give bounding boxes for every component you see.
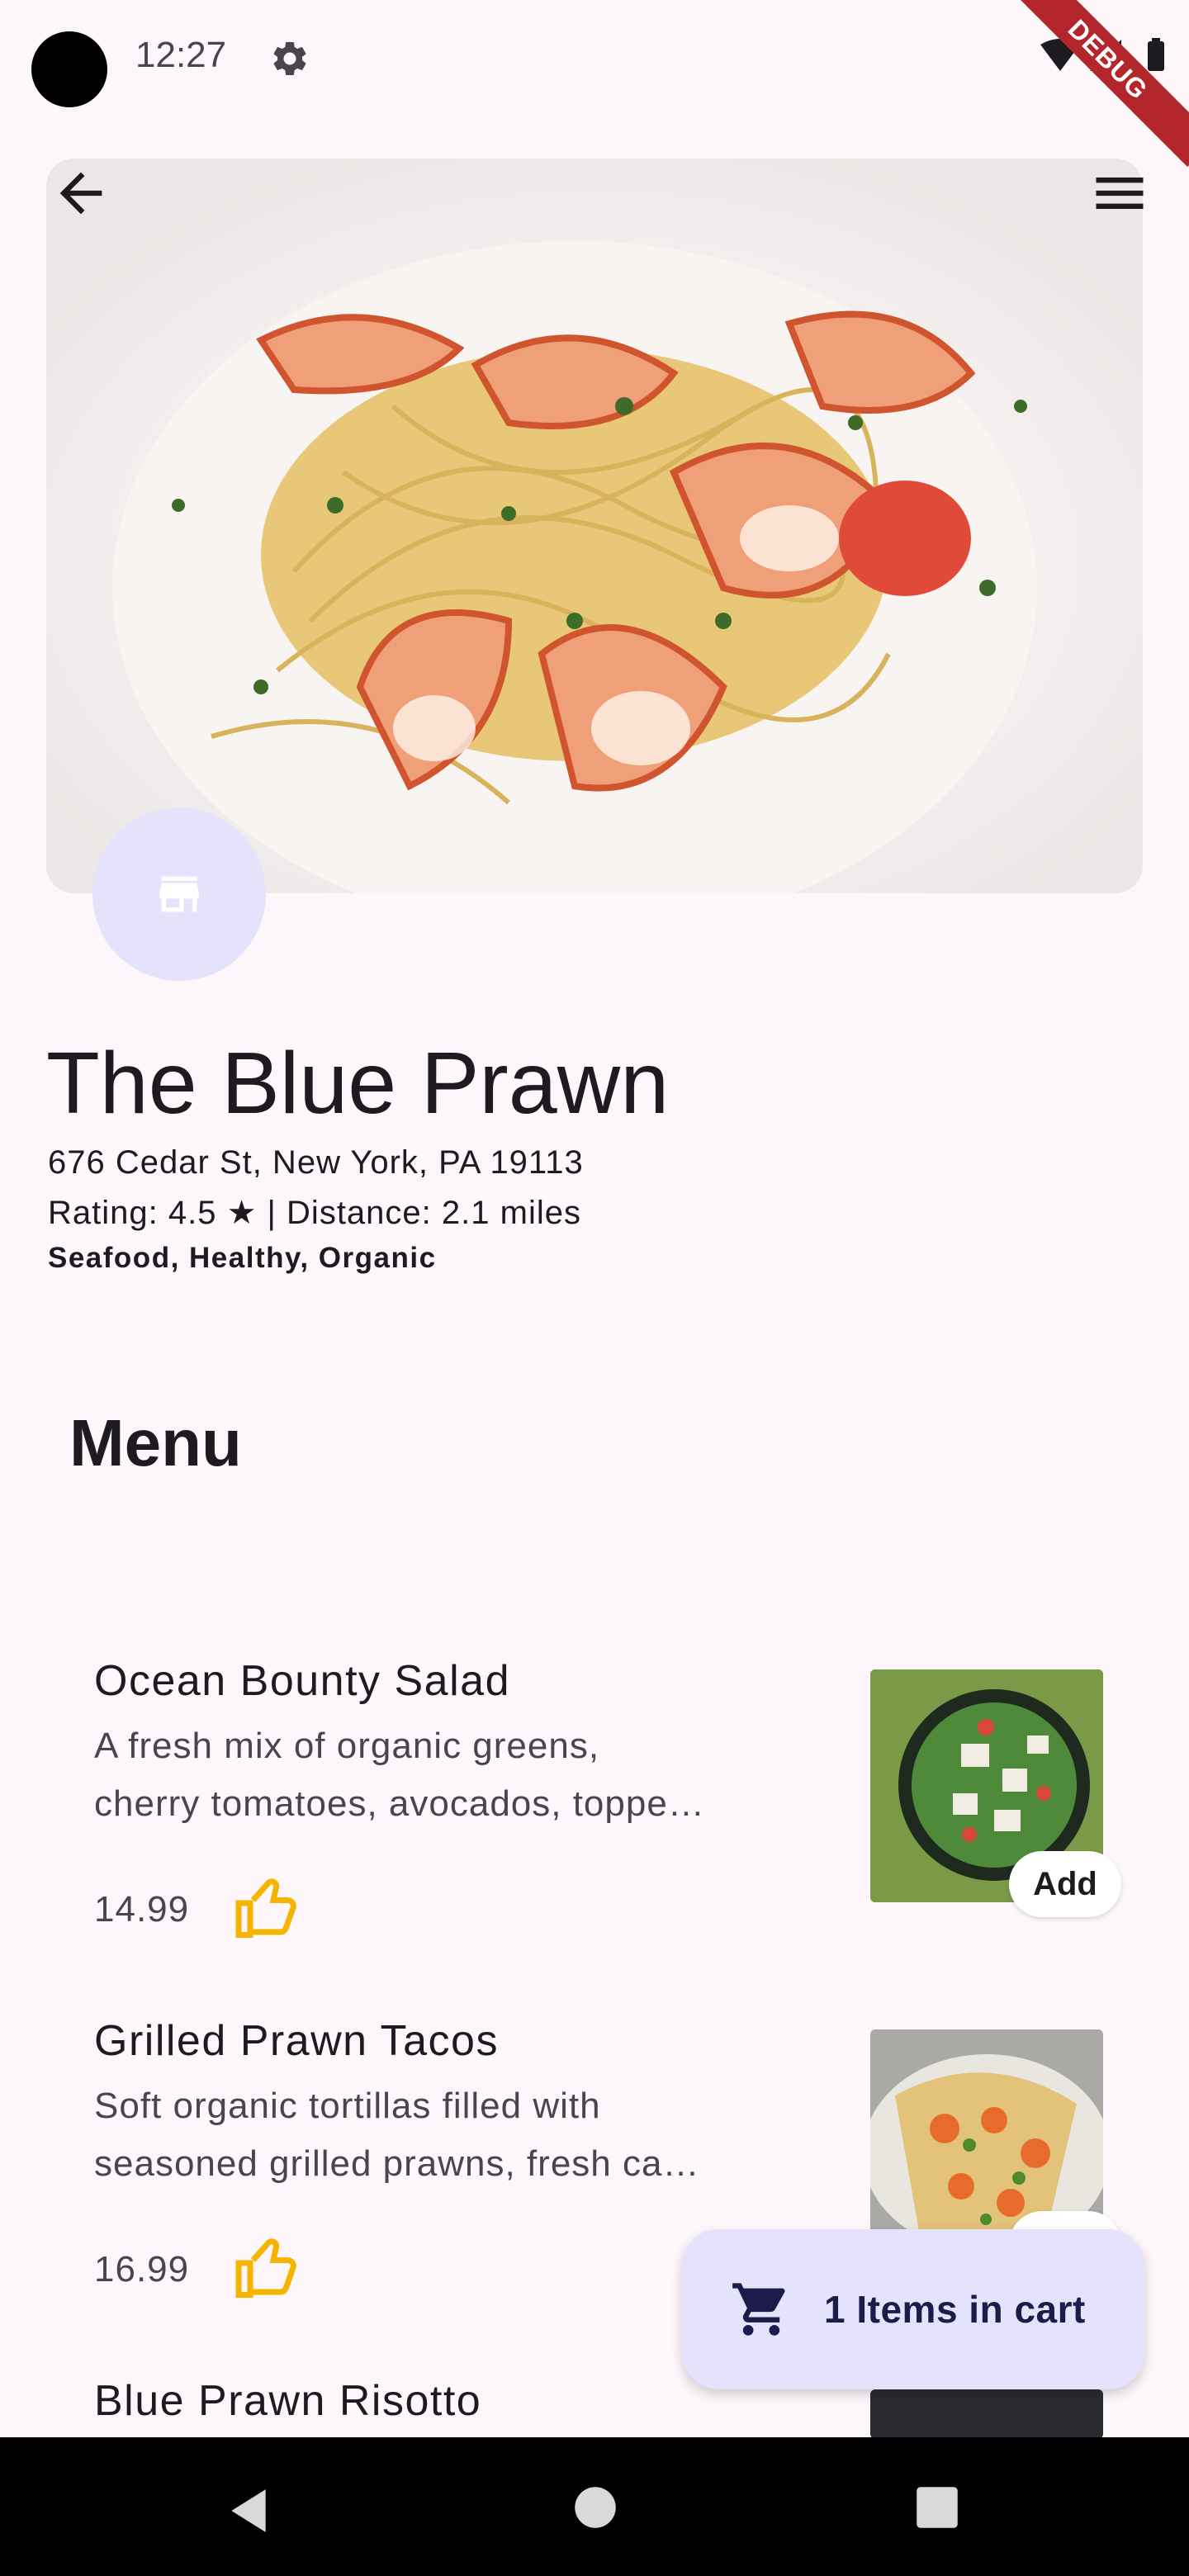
camera-cutout (31, 31, 107, 107)
view-cart-button[interactable]: 1 Items in cart (682, 2229, 1144, 2389)
hamburger-menu-icon[interactable] (1088, 162, 1151, 225)
nav-home-icon[interactable] (573, 2485, 618, 2530)
nav-recents-icon[interactable] (915, 2485, 959, 2530)
restaurant-avatar (92, 807, 266, 981)
menu-item-name: Grilled Prawn Tacos (94, 2017, 499, 2065)
debug-banner: DEBUG (1000, 0, 1189, 168)
menu-item-description: Soft organic tortillas filled with seaso… (94, 2077, 771, 2193)
add-to-cart-button[interactable]: Add (1009, 1851, 1121, 1917)
description-line: Soft organic tortillas filled with (94, 2086, 601, 2126)
prawn-pasta-illustration (46, 159, 1143, 893)
restaurant-hero-image (46, 159, 1143, 893)
menu-item-description: A fresh mix of organic greens, cherry to… (94, 1717, 771, 1833)
settings-icon (273, 41, 306, 75)
menu-item-ocean-bounty-salad[interactable]: Ocean Bounty Salad A fresh mix of organi… (0, 1635, 1189, 1982)
status-time: 12:27 (135, 35, 227, 75)
storefront-icon (159, 876, 199, 912)
description-line: cherry tomatoes, avocados, toppe… (94, 1783, 705, 1824)
nav-back-icon[interactable] (223, 2485, 274, 2536)
cart-label: 1 Items in cart (824, 2288, 1086, 2331)
restaurant-address: 676 Cedar St, New York, PA 19113 (48, 1144, 584, 1181)
battery-icon (1148, 41, 1164, 71)
menu-item-image (870, 2389, 1103, 2437)
menu-item-name: Blue Prawn Risotto (94, 2377, 482, 2425)
restaurant-name: The Blue Prawn (46, 1035, 670, 1132)
arrow-back-icon[interactable] (50, 162, 112, 225)
thumb-up-icon[interactable] (233, 2234, 302, 2304)
menu-item-name: Ocean Bounty Salad (94, 1657, 510, 1705)
menu-item-price: 14.99 (94, 1889, 190, 1930)
thumb-up-icon[interactable] (233, 1874, 302, 1944)
menu-item-price: 16.99 (94, 2249, 190, 2290)
menu-heading: Menu (69, 1406, 242, 1480)
description-line: A fresh mix of organic greens, (94, 1726, 600, 1766)
shopping-cart-icon (732, 2283, 785, 2336)
restaurant-tags: Seafood, Healthy, Organic (48, 1242, 437, 1274)
description-line: seasoned grilled prawns, fresh ca… (94, 2143, 700, 2184)
restaurant-rating-distance: Rating: 4.5 ★ | Distance: 2.1 miles (48, 1195, 581, 1231)
